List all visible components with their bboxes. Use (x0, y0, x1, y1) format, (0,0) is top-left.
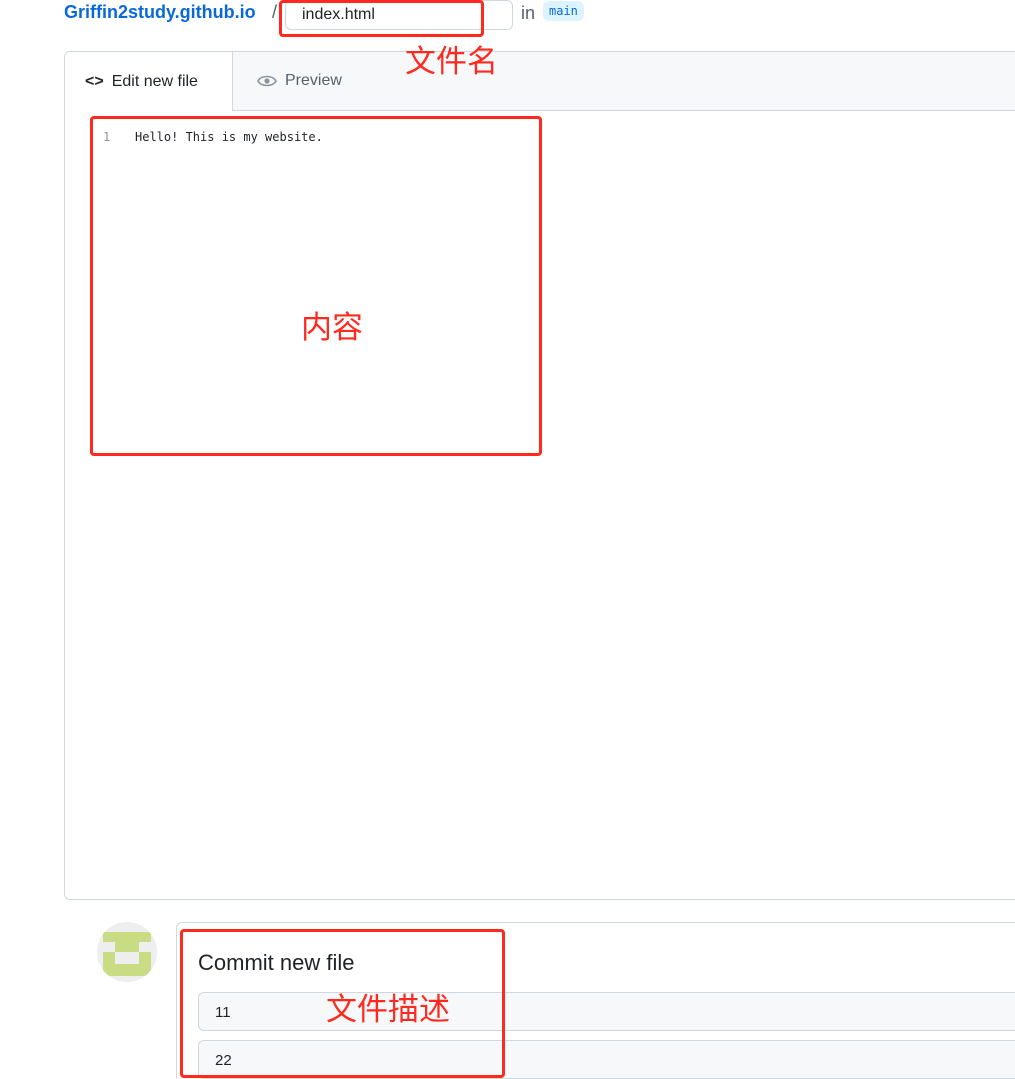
in-label: in (521, 3, 536, 23)
path-separator: / (272, 2, 278, 22)
annotation-label-description: 文件描述 (326, 992, 450, 1027)
tab-edit-new-file[interactable]: <> Edit new file (65, 52, 233, 111)
tab-label: Preview (285, 72, 342, 89)
eye-icon (257, 75, 277, 87)
annotation-label-content: 内容 (301, 310, 363, 345)
tab-label: Edit new file (111, 72, 198, 90)
repo-link[interactable]: Griffin2study.github.io (64, 2, 256, 23)
editor-tabs: <> Edit new file Preview (65, 52, 1015, 111)
avatar (97, 922, 157, 982)
annotation-label-filename: 文件名 (405, 44, 498, 79)
code-icon: <> (85, 72, 104, 90)
branch-badge: main (543, 1, 584, 21)
tab-preview[interactable]: Preview (257, 52, 342, 110)
annotation-box-filename (279, 0, 484, 37)
annotation-box-content (90, 116, 542, 456)
